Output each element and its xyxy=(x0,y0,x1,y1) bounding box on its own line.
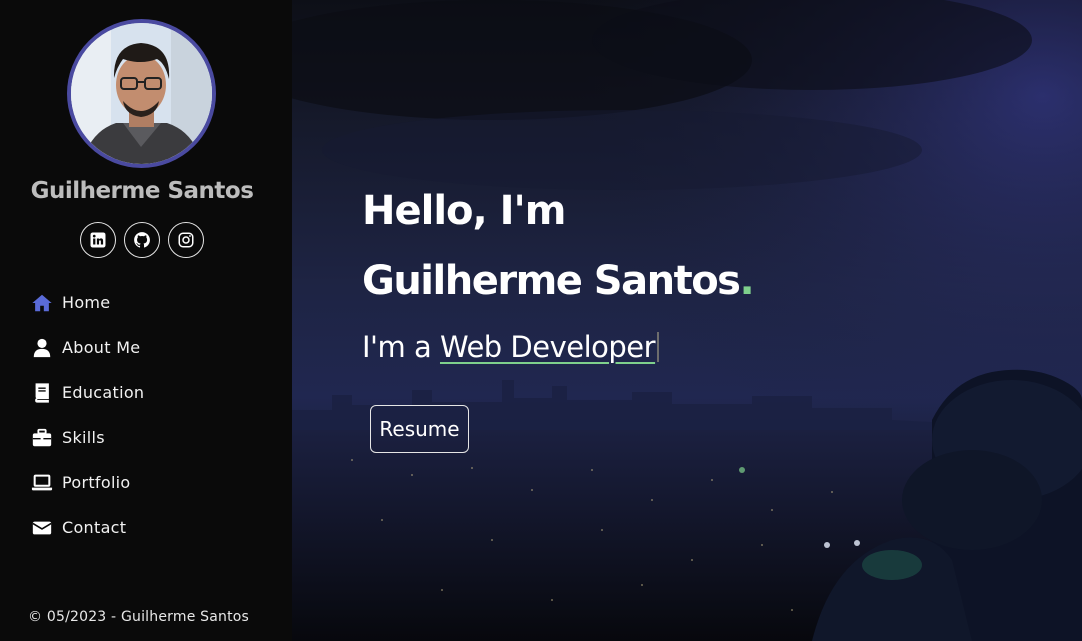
nav-label-skills: Skills xyxy=(62,428,105,447)
profile-photo xyxy=(71,23,212,164)
profile-name: Guilherme Santos xyxy=(30,178,254,204)
hero-role-line: I'm a Web Developer xyxy=(362,330,660,364)
linkedin-link[interactable] xyxy=(80,222,116,258)
nav-item-contact[interactable]: Contact xyxy=(30,505,144,550)
nav-label-contact: Contact xyxy=(62,518,127,537)
nav-item-skills[interactable]: Skills xyxy=(30,415,144,460)
role-prefix: I'm a xyxy=(362,330,440,364)
nav-item-home[interactable]: Home xyxy=(30,280,144,325)
instagram-link[interactable] xyxy=(168,222,204,258)
nav-item-portfolio[interactable]: Portfolio xyxy=(30,460,144,505)
envelope-icon xyxy=(30,516,54,540)
briefcase-icon xyxy=(30,426,54,450)
github-link[interactable] xyxy=(124,222,160,258)
night-city-background xyxy=(292,0,1082,641)
instagram-icon xyxy=(178,232,194,248)
book-icon xyxy=(30,381,54,405)
hero-name-dot: . xyxy=(739,258,754,304)
linkedin-icon xyxy=(90,232,106,248)
social-links xyxy=(80,222,204,258)
nav-item-education[interactable]: Education xyxy=(30,370,144,415)
nav-label-about: About Me xyxy=(62,338,141,357)
sidebar: Guilherme Santos Home About Me Education… xyxy=(0,0,292,641)
hero-section: Hello, I'm Guilherme Santos. I'm a Web D… xyxy=(292,0,1082,641)
github-icon xyxy=(134,232,150,248)
hero-name: Guilherme Santos. xyxy=(362,258,755,304)
typing-cursor xyxy=(657,332,660,362)
home-icon xyxy=(30,291,54,315)
typed-role: Web Developer xyxy=(439,330,656,364)
copyright-footer: © 05/2023 - Guilherme Santos xyxy=(28,609,250,625)
avatar xyxy=(67,19,216,168)
nav-label-portfolio: Portfolio xyxy=(62,473,131,492)
resume-button[interactable]: Resume xyxy=(370,405,469,453)
user-icon xyxy=(30,336,54,360)
nav-label-home: Home xyxy=(62,293,111,312)
nav-label-education: Education xyxy=(62,383,145,402)
main-nav: Home About Me Education Skills Portfolio xyxy=(30,280,144,550)
nav-item-about[interactable]: About Me xyxy=(30,325,144,370)
laptop-icon xyxy=(30,471,54,495)
hero-name-text: Guilherme Santos xyxy=(362,258,741,304)
hero-greeting: Hello, I'm xyxy=(362,188,566,234)
